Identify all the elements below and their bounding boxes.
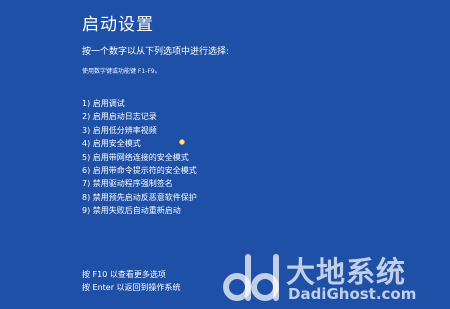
option-disable-early-launch-antimalware[interactable]: 8) 禁用预先启动反恶意软件保护 [82, 191, 197, 204]
option-enable-safe-mode-command-prompt[interactable]: 6) 启用带命令提示符的安全模式 [82, 164, 197, 177]
return-to-os-hint[interactable]: 按 Enter 以返回到操作系统 [82, 281, 181, 294]
option-disable-auto-restart[interactable]: 9) 禁用失败后自动重新启动 [82, 204, 197, 217]
startup-settings-screen: 启动设置 按一个数字以从下列选项中进行选择: 使用数字键或功能键 F1-F9。 … [0, 0, 450, 309]
option-enable-debugging[interactable]: 1) 启用调试 [82, 97, 197, 110]
hint-text: 使用数字键或功能键 F1-F9。 [82, 68, 161, 75]
watermark: 大地系统 DadiGhost.com [220, 247, 446, 307]
dd-logo-icon [223, 254, 279, 301]
mouse-pointer-icon [179, 139, 185, 145]
footer: 按 F10 以查看更多选项 按 Enter 以返回到操作系统 [82, 268, 181, 294]
instruction-text: 按一个数字以从下列选项中进行选择: [82, 47, 230, 57]
option-enable-boot-logging[interactable]: 2) 启用启动日志记录 [82, 110, 197, 123]
page-title: 启动设置 [82, 15, 154, 35]
watermark-en-text: DadiGhost.com [288, 285, 417, 303]
option-enable-safe-mode-networking[interactable]: 5) 启用带网络连接的安全模式 [82, 151, 197, 164]
option-disable-driver-signature-enforcement[interactable]: 7) 禁用驱动程序强制签名 [82, 177, 197, 190]
more-options-hint[interactable]: 按 F10 以查看更多选项 [82, 268, 181, 281]
option-enable-low-resolution-video[interactable]: 3) 启用低分辨率视频 [82, 124, 197, 137]
startup-options-list: 1) 启用调试 2) 启用启动日志记录 3) 启用低分辨率视频 4) 启用安全模… [82, 97, 197, 218]
